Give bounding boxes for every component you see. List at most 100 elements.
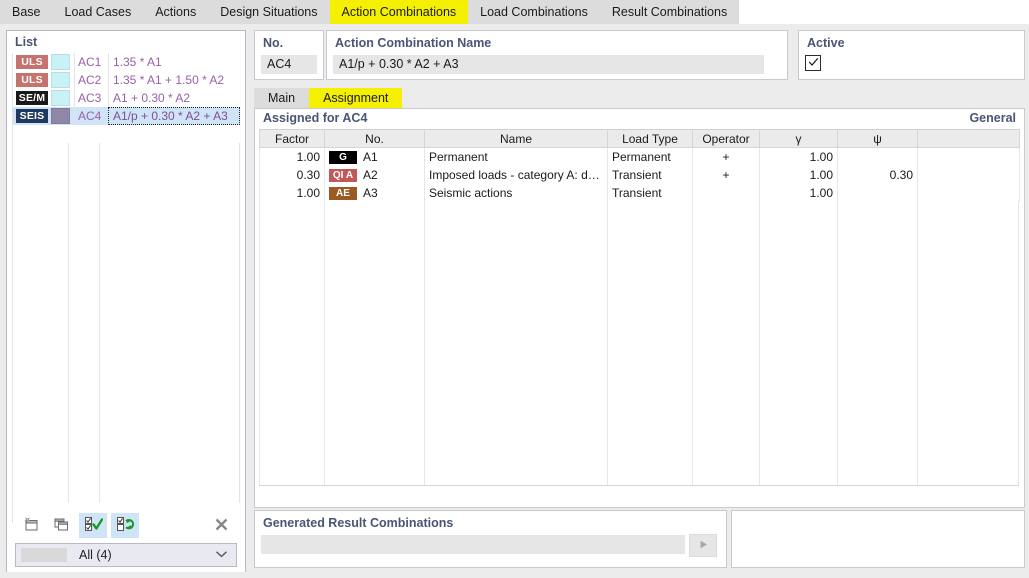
invert-selection-button[interactable] (111, 513, 139, 538)
name-field-label: Action Combination Name (335, 36, 492, 50)
color-swatch (51, 90, 70, 106)
list-panel-title: List (15, 35, 38, 49)
cell-name: Imposed loads - category A: dom... (424, 166, 608, 184)
list-item-no: AC4 (74, 107, 108, 125)
cell-load-type: Transient (607, 166, 693, 184)
cell-no: QI A A2 (324, 166, 425, 184)
generated-value-field[interactable] (261, 535, 685, 554)
name-field-value[interactable]: A1/p + 0.30 * A2 + A3 (333, 55, 764, 74)
active-field-label: Active (807, 36, 845, 50)
cell-psi (837, 184, 918, 202)
copy-window-icon (53, 516, 70, 535)
list-item-expression: 1.35 * A1 (108, 53, 240, 71)
list-item-expression: A1/p + 0.30 * A2 + A3 (108, 107, 240, 125)
list-item-expression: A1 + 0.30 * A2 (108, 89, 240, 107)
generated-label: Generated Result Combinations (263, 516, 454, 530)
tab-load-cases[interactable]: Load Cases (52, 0, 144, 24)
tab-actions[interactable]: Actions (143, 0, 209, 24)
no-field-value[interactable]: AC4 (261, 55, 317, 74)
cell-name: Permanent (424, 147, 608, 166)
table-header-row: Factor No. Name Load Type Operator γ ψ (259, 129, 1020, 148)
table-empty-area[interactable] (259, 201, 1019, 485)
assignment-heading-general: General (969, 111, 1016, 125)
detail-tab-filler (402, 88, 1023, 108)
action-category-badge: G (329, 150, 357, 164)
cell-psi: 0.30 (837, 166, 918, 184)
list-column-divider (68, 143, 69, 503)
table-row[interactable]: 1.00 AE A3 Seismic actions Transient 1.00 (259, 184, 1020, 202)
detail-tab-bar: Main Assignment (254, 88, 1023, 108)
list-toolbar (15, 513, 237, 543)
assignment-heading: Assigned for AC4 (263, 111, 368, 125)
table-row[interactable]: 1.00 G A1 Permanent Permanent + 1.00 (259, 147, 1020, 166)
chevron-down-icon[interactable] (215, 549, 228, 561)
filter-color-swatch (21, 548, 67, 562)
tab-bar-filler (739, 0, 1029, 24)
list-item[interactable]: ULS AC2 1.35 * A1 + 1.50 * A2 (13, 71, 240, 89)
list-item[interactable]: ULS AC1 1.35 * A1 (13, 53, 240, 71)
column-header-load-type[interactable]: Load Type (607, 129, 693, 148)
generated-result-combinations-panel: Generated Result Combinations (254, 510, 727, 568)
design-situation-badge: SE/M (16, 91, 48, 105)
cell-extra (917, 147, 1020, 166)
select-all-button[interactable] (79, 513, 107, 538)
delete-combination-button[interactable] (207, 513, 235, 538)
assignment-table: Factor No. Name Load Type Operator γ ψ 1… (259, 129, 1020, 202)
list-item-expression: 1.35 * A1 + 1.50 * A2 (108, 71, 240, 89)
assignment-panel: Assigned for AC4 General Factor No. Name… (254, 108, 1025, 508)
tab-base[interactable]: Base (0, 0, 53, 24)
cell-no: AE A3 (324, 184, 425, 202)
tab-main[interactable]: Main (254, 88, 310, 108)
list-filter-dropdown[interactable]: All (4) (15, 543, 237, 567)
new-window-icon (23, 516, 40, 535)
column-header-factor[interactable]: Factor (259, 129, 325, 148)
design-situation-badge: SEIS (16, 109, 48, 123)
tab-action-combinations[interactable]: Action Combinations (329, 0, 469, 24)
cell-name-text: Imposed loads - category A: dom... (429, 168, 603, 182)
cell-operator: + (692, 147, 760, 166)
tab-result-combinations[interactable]: Result Combinations (599, 0, 740, 24)
side-empty-panel (731, 510, 1025, 568)
column-header-extra[interactable] (917, 129, 1020, 148)
tab-design-situations[interactable]: Design Situations (208, 0, 330, 24)
new-combination-button[interactable] (17, 513, 45, 538)
generate-button[interactable] (689, 534, 717, 557)
list-item-no: AC3 (74, 89, 108, 107)
color-swatch (51, 72, 70, 88)
main-tab-bar: Base Load Cases Actions Design Situation… (0, 0, 1029, 24)
active-field-card: Active (798, 30, 1025, 80)
column-header-gamma[interactable]: γ (759, 129, 838, 148)
window-bottom-strip (0, 572, 1029, 578)
column-header-operator[interactable]: Operator (692, 129, 760, 148)
cell-factor: 1.00 (259, 184, 325, 202)
check-all-icon (84, 516, 103, 535)
cell-factor: 1.00 (259, 147, 325, 166)
design-situation-badge: ULS (16, 73, 48, 87)
list-panel: List ULS AC1 1.35 * A1 ULS AC2 1.35 * A1… (6, 30, 246, 574)
cell-name-text: Seismic actions (429, 186, 513, 200)
assignment-header: Assigned for AC4 General (255, 109, 1024, 128)
cell-operator: + (692, 166, 760, 184)
copy-combination-button[interactable] (47, 513, 75, 538)
cell-operator (692, 184, 760, 202)
tab-load-combinations[interactable]: Load Combinations (468, 0, 600, 24)
table-bottom-border (259, 485, 1019, 486)
column-header-no[interactable]: No. (324, 129, 425, 148)
list-item-selected[interactable]: SEIS AC4 A1/p + 0.30 * A2 + A3 (13, 107, 240, 125)
cell-action-no: A2 (363, 168, 378, 183)
cell-action-no: A3 (363, 186, 378, 201)
table-row[interactable]: 0.30 QI A A2 Imposed loads - category A: … (259, 166, 1020, 184)
column-header-psi[interactable]: ψ (837, 129, 918, 148)
column-header-name[interactable]: Name (424, 129, 608, 148)
list-item[interactable]: SE/M AC3 A1 + 0.30 * A2 (13, 89, 240, 107)
cell-psi (837, 147, 918, 166)
cell-name: Seismic actions (424, 184, 608, 202)
cell-extra (917, 166, 1020, 184)
cell-gamma: 1.00 (759, 184, 838, 202)
tab-assignment[interactable]: Assignment (309, 88, 403, 108)
active-checkbox[interactable] (805, 55, 821, 71)
cell-load-type: Transient (607, 184, 693, 202)
cell-factor: 0.30 (259, 166, 325, 184)
cell-no: G A1 (324, 147, 425, 166)
name-field-card: Action Combination Name A1/p + 0.30 * A2… (326, 30, 855, 80)
